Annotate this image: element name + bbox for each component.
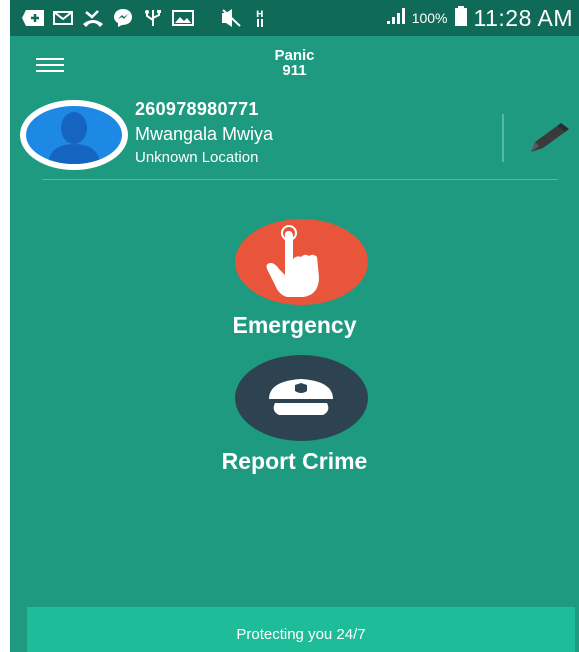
status-right: 100% 11:28 AM (386, 0, 573, 36)
profile-header: 260978980771 Mwangala Mwiya Unknown Loca… (10, 94, 579, 180)
tap-hand-icon (266, 225, 319, 297)
usb-icon (142, 9, 164, 27)
battery-icon (454, 5, 468, 31)
police-cap-icon (269, 379, 333, 415)
user-silhouette-icon (48, 112, 100, 164)
app-bar: Panic 911 (10, 36, 579, 94)
pencil-icon (531, 123, 569, 152)
report-crime-label[interactable]: Report Crime (10, 448, 579, 475)
network-icon: H (250, 9, 272, 27)
add-icon (22, 9, 44, 27)
clock: 11:28 AM (473, 4, 573, 31)
footer-banner: Protecting you 24/7 (27, 607, 575, 652)
app-title: Panic (274, 47, 315, 64)
user-name: Mwangala Mwiya (135, 124, 274, 144)
profile-divider (42, 179, 558, 180)
report-crime-button[interactable] (235, 355, 368, 441)
avatar[interactable] (20, 100, 128, 170)
emergency-label[interactable]: Emergency (10, 312, 579, 339)
emergency-button[interactable] (235, 219, 368, 305)
mute-icon (220, 9, 242, 27)
notification-icons: H (10, 9, 272, 27)
divider (502, 114, 504, 162)
app-screen: H 100% 11:28 AM Panic 911 260978980771 M… (10, 0, 579, 652)
missed-call-icon (82, 9, 104, 27)
app-subtitle: 911 (282, 62, 307, 79)
image-icon (172, 9, 194, 27)
status-bar: H 100% 11:28 AM (10, 0, 579, 36)
edit-profile-button[interactable] (525, 122, 569, 156)
messenger-icon (112, 9, 134, 27)
user-location: Unknown Location (135, 149, 259, 166)
battery-percent: 100% (411, 10, 448, 26)
phone-number: 260978980771 (135, 99, 259, 119)
footer-text: Protecting you 24/7 (236, 626, 366, 643)
signal-icon (386, 7, 406, 30)
mail-icon (52, 9, 74, 27)
svg-text:H: H (256, 10, 264, 20)
